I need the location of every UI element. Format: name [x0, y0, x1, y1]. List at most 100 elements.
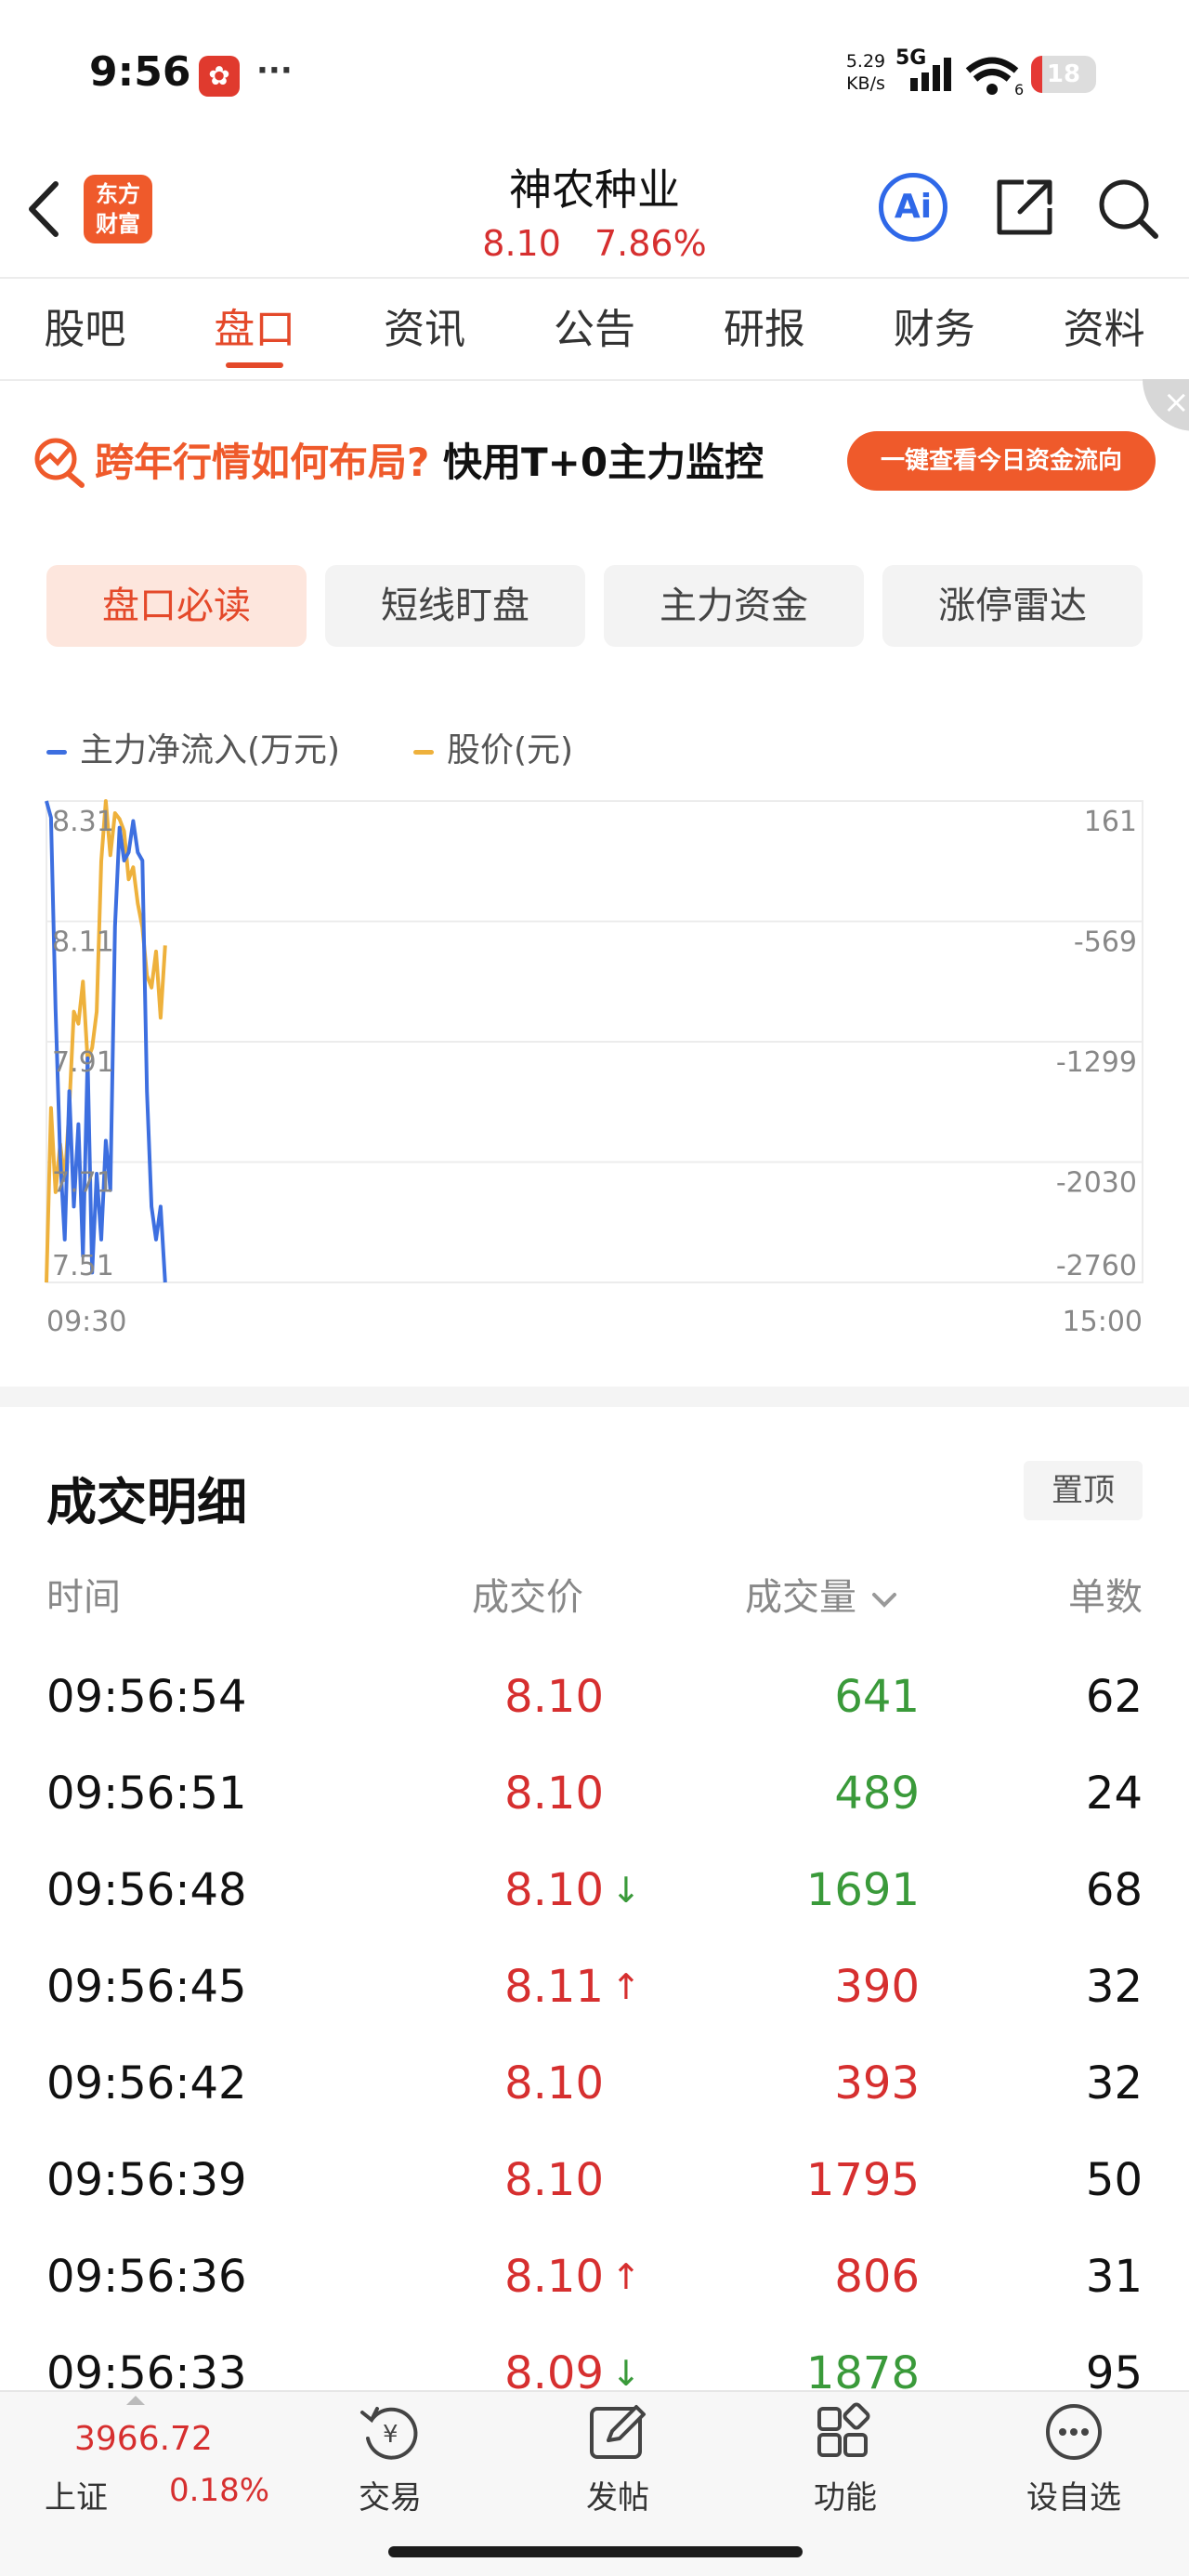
trade-direction-icon: ↑ [611, 2256, 641, 2297]
left-axis-tick: 7.51 [52, 1250, 114, 1282]
trade-time: 09:56:39 [46, 2154, 247, 2206]
nav-trade[interactable]: ¥ 交易 [316, 2401, 464, 2517]
stock-quote: 8.10 7.86% [316, 223, 873, 264]
pin-top-button[interactable]: 置顶 [1024, 1461, 1143, 1520]
nav-add-watchlist[interactable]: 设自选 [1000, 2401, 1148, 2517]
stock-price: 8.10 [482, 223, 561, 264]
brand-logo[interactable]: 东方 财富 [84, 175, 152, 243]
trade-time: 09:56:45 [46, 1961, 247, 2013]
trade-price: 8.10 [504, 1864, 604, 1916]
trade-time: 09:56:54 [46, 1671, 247, 1723]
fund-flow-chart: 8.31 8.11 7.91 7.71 7.51 161 -569 -1299 -2030 -27… [45, 799, 1143, 1338]
left-axis-tick: 8.31 [52, 806, 114, 838]
index-name[interactable]: 上证 [45, 2472, 108, 2517]
x-axis-tick-end: 15:00 [1063, 1306, 1143, 1338]
tab-profile[interactable]: 资料 [1019, 279, 1189, 379]
trade-count: 68 [1085, 1864, 1143, 1916]
trade-direction-icon: ↓ [611, 1870, 641, 1911]
right-axis-tick: -1299 [1056, 1046, 1137, 1079]
network-rate-unit: KB/s [846, 73, 885, 94]
nav-post[interactable]: 发帖 [543, 2401, 692, 2517]
nav-functions[interactable]: 功能 [771, 2401, 920, 2517]
nav-trade-label: 交易 [359, 2479, 422, 2517]
trade-volume: 393 [834, 2057, 920, 2109]
tab-research[interactable]: 研报 [679, 279, 849, 379]
trade-count: 32 [1085, 1961, 1143, 2013]
search-icon[interactable] [1096, 177, 1161, 245]
market-monitor-icon [32, 433, 87, 493]
header-price: 成交价 [472, 1576, 583, 1619]
yen-trade-icon: ¥ [316, 2401, 464, 2466]
home-indicator[interactable] [388, 2546, 803, 2557]
subtab-main-funds[interactable]: 主力资金 [604, 565, 864, 647]
trade-time: 09:56:51 [46, 1768, 247, 1820]
trade-time: 09:56:48 [46, 1864, 247, 1916]
trade-volume: 489 [834, 1768, 920, 1820]
brand-logo-line2: 财富 [96, 211, 140, 237]
battery-icon: 18 [1031, 56, 1096, 93]
trade-row: 09:56:39 8.10 1795 50 [0, 2132, 1189, 2228]
trade-count: 50 [1085, 2154, 1143, 2206]
svg-text:¥: ¥ [383, 2421, 399, 2449]
tab-pankou[interactable]: 盘口 [170, 279, 340, 379]
trade-volume: 390 [834, 1961, 920, 2013]
back-icon[interactable] [20, 177, 65, 245]
stock-name: 神农种业 [509, 164, 680, 215]
trade-price: 8.10 [504, 1768, 604, 1820]
trade-row: 09:56:54 8.10 641 62 [0, 1649, 1189, 1745]
ai-assistant-icon[interactable]: Ai [879, 173, 947, 242]
nav-add-watchlist-label: 设自选 [1026, 2479, 1121, 2517]
trade-row: 09:56:51 8.10 489 24 [0, 1745, 1189, 1842]
left-axis-tick: 8.11 [52, 927, 114, 959]
index-change[interactable]: 0.18% [169, 2472, 269, 2509]
trade-volume: 1795 [805, 2154, 920, 2206]
trade-volume: 641 [834, 1671, 920, 1723]
subtab-limit-up-radar[interactable]: 涨停雷达 [882, 565, 1143, 647]
trade-price: 8.10 [504, 2251, 604, 2303]
notification-app-icon: ✿ [199, 56, 240, 97]
banner-cta-button[interactable]: 一键查看今日资金流向 [847, 431, 1156, 491]
legend-flow: 主力净流入(万元) [80, 731, 341, 769]
trade-price: 8.10 [504, 1671, 604, 1723]
chart-legend: 主力净流入(万元) 股价(元) [46, 723, 573, 771]
tab-news[interactable]: 资讯 [340, 279, 510, 379]
expand-caret-icon[interactable] [126, 2396, 145, 2405]
trade-volume: 1691 [805, 1864, 920, 1916]
header-time: 时间 [46, 1576, 121, 1619]
wifi-icon: 6 [964, 56, 1026, 100]
index-value[interactable]: 3966.72 [74, 2420, 213, 2458]
right-axis-tick: 161 [1084, 806, 1137, 838]
trade-time: 09:56:36 [46, 2251, 247, 2303]
status-time: 9:56 [89, 48, 191, 96]
stock-tabs: 股吧 盘口 资讯 公告 研报 财务 资料 [0, 277, 1189, 381]
trade-price: 8.10 [504, 2154, 604, 2206]
chevron-down-icon [869, 1578, 900, 1621]
header-count: 单数 [1068, 1576, 1143, 1619]
header-volume-label: 成交量 [745, 1576, 856, 1619]
status-more-icon: ··· [256, 52, 293, 89]
more-circle-icon [1000, 2401, 1148, 2466]
trade-time: 09:56:42 [46, 2057, 247, 2109]
trade-price: 8.11 [504, 1961, 604, 2013]
right-axis-tick: -2030 [1056, 1167, 1137, 1200]
subtab-must-read[interactable]: 盘口必读 [46, 565, 307, 647]
battery-level: 18 [1046, 60, 1081, 88]
compose-icon [543, 2401, 692, 2466]
legend-swatch-flow [46, 749, 67, 755]
network-rate: 5.29 KB/s [838, 50, 894, 95]
subtab-short-term[interactable]: 短线盯盘 [325, 565, 585, 647]
share-icon[interactable] [992, 175, 1057, 243]
trade-count: 24 [1085, 1768, 1143, 1820]
network-rate-value: 5.29 [845, 51, 886, 72]
trade-count: 62 [1085, 1671, 1143, 1723]
banner-text-highlight: 跨年行情如何布局? [95, 440, 430, 485]
stock-change-pct: 7.86% [594, 223, 707, 264]
tab-finance[interactable]: 财务 [849, 279, 1019, 379]
tab-guba[interactable]: 股吧 [0, 279, 170, 379]
banner-text[interactable]: 跨年行情如何布局? 快用T+0主力监控 [95, 431, 764, 488]
right-axis-tick: -2760 [1056, 1250, 1137, 1282]
banner-close-button[interactable]: × [1143, 379, 1189, 431]
header-volume[interactable]: 成交量 [745, 1567, 900, 1621]
tab-announcements[interactable]: 公告 [510, 279, 680, 379]
trade-count: 32 [1085, 2057, 1143, 2109]
